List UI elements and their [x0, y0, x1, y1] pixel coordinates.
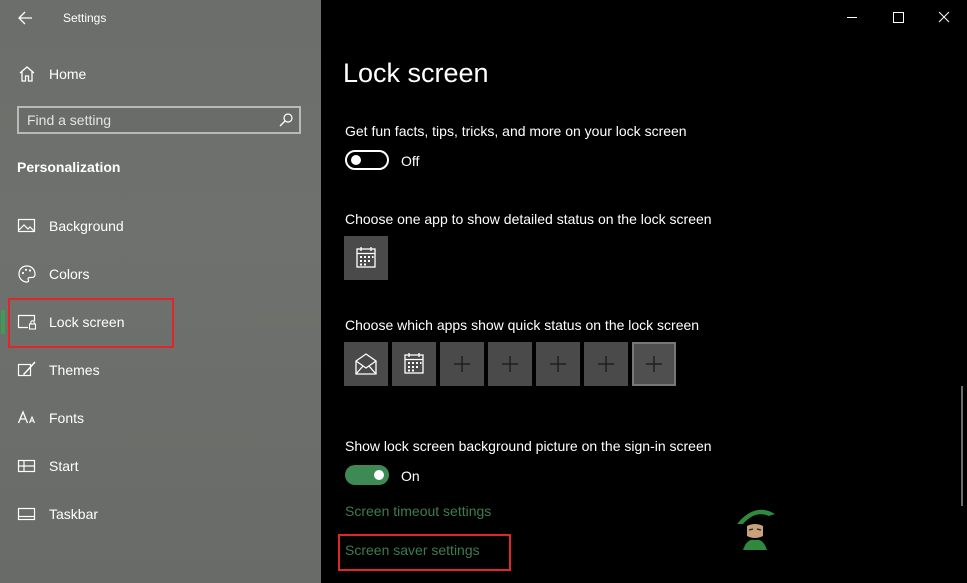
sidebar-item-label: Fonts [49, 410, 85, 426]
search-icon[interactable] [278, 112, 294, 128]
palette-icon [18, 265, 36, 283]
fun-facts-label: Get fun facts, tips, tricks, and more on… [345, 123, 687, 139]
sidebar-item-colors[interactable]: Colors [17, 262, 297, 288]
search-input[interactable] [27, 111, 267, 129]
page-title: Lock screen [343, 58, 489, 88]
quick-status-calendar-button[interactable] [392, 342, 436, 386]
font-icon [17, 410, 36, 424]
screen-timeout-link[interactable]: Screen timeout settings [345, 503, 491, 519]
back-button[interactable] [13, 8, 37, 28]
watermark-logo-icon [737, 509, 775, 550]
calendar-icon [404, 353, 424, 374]
start-grid-icon [17, 459, 36, 473]
toggle-knob [351, 155, 361, 165]
signin-picture-label: Show lock screen background picture on t… [345, 438, 712, 454]
close-button[interactable] [921, 0, 967, 34]
minimize-icon [847, 17, 857, 18]
quick-status-add-button[interactable] [632, 342, 676, 386]
plus-icon [598, 356, 614, 372]
signin-picture-toggle[interactable] [345, 465, 389, 485]
quick-status-mail-button[interactable] [344, 342, 388, 386]
selection-indicator [1, 310, 5, 334]
section-title: Personalization [17, 159, 121, 175]
plus-icon [502, 356, 518, 372]
nav-home-label: Home [49, 66, 87, 82]
detailed-status-label: Choose one app to show detailed status o… [345, 211, 712, 227]
sidebar-item-start[interactable]: Start [17, 454, 297, 480]
fun-facts-state: Off [401, 153, 420, 169]
plus-icon [550, 356, 566, 372]
close-icon [938, 11, 950, 23]
nav-home[interactable]: Home [17, 62, 297, 88]
sidebar-item-taskbar[interactable]: Taskbar [17, 502, 297, 528]
taskbar-icon [17, 507, 36, 521]
maximize-icon [893, 12, 904, 23]
quick-status-add-button[interactable] [584, 342, 628, 386]
sidebar-item-background[interactable]: Background [17, 214, 297, 240]
quick-status-label: Choose which apps show quick status on t… [345, 317, 700, 333]
quick-status-add-button[interactable] [440, 342, 484, 386]
main-content: Lock screen Get fun facts, tips, tricks,… [321, 0, 967, 583]
mail-icon [355, 353, 377, 375]
home-icon [19, 66, 35, 82]
sidebar-item-fonts[interactable]: Fonts [17, 406, 297, 432]
plus-icon [646, 356, 662, 372]
highlight-box-screen-saver [338, 534, 511, 571]
brush-icon [17, 361, 36, 377]
scrollbar[interactable] [961, 386, 963, 506]
toggle-knob [374, 470, 384, 480]
back-arrow-icon [18, 11, 32, 25]
sidebar-item-label: Taskbar [49, 506, 99, 522]
detailed-status-app-button[interactable] [344, 236, 388, 280]
minimize-button[interactable] [829, 0, 875, 34]
sidebar-item-label: Themes [49, 362, 100, 378]
sidebar-item-label: Start [49, 458, 79, 474]
plus-icon [454, 356, 470, 372]
sidebar-item-themes[interactable]: Themes [17, 358, 297, 384]
signin-picture-state: On [401, 468, 420, 484]
quick-status-add-button[interactable] [536, 342, 580, 386]
calendar-icon [356, 247, 376, 268]
app-title: Settings [63, 11, 107, 25]
sidebar-item-label: Background [49, 218, 124, 234]
search-box[interactable] [17, 106, 301, 134]
sidebar-item-label: Colors [49, 266, 90, 282]
title-bar: Settings [0, 0, 321, 36]
highlight-box-lock-screen [8, 298, 174, 348]
fun-facts-toggle[interactable] [345, 150, 389, 170]
quick-status-add-button[interactable] [488, 342, 532, 386]
maximize-button[interactable] [875, 0, 921, 34]
picture-icon [17, 218, 36, 233]
sidebar: Settings Home Personalization Background… [0, 0, 321, 583]
